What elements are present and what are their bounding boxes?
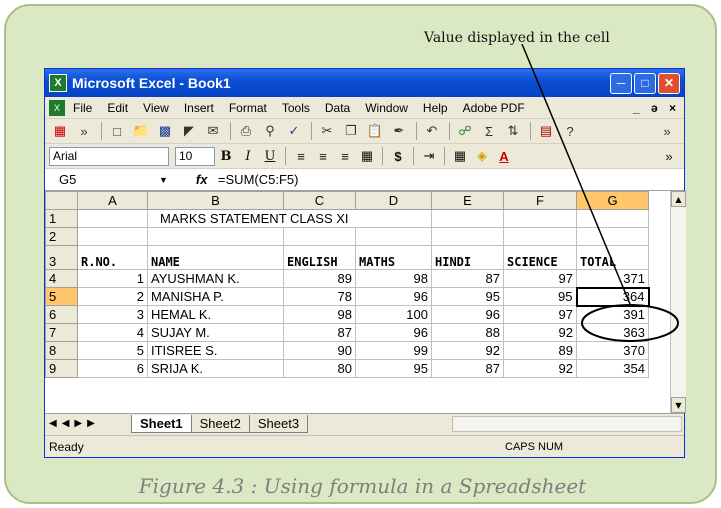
callout-annotation xyxy=(521,43,679,342)
callout-pointer-line xyxy=(521,43,631,305)
callout-ellipse xyxy=(581,304,679,342)
